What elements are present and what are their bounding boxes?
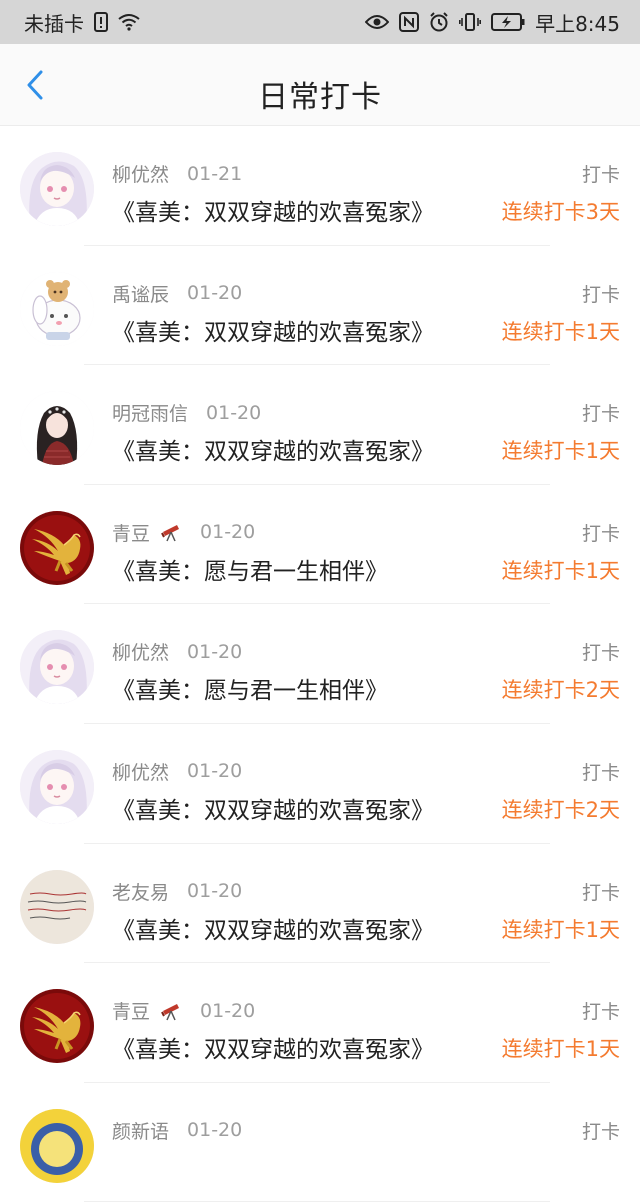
checkin-date: 01-20 [200, 999, 256, 1022]
user-meta: 柳优然 01-20 [112, 638, 242, 665]
alarm-icon [429, 12, 449, 32]
checkin-row[interactable]: 老友易 01-20 《喜美：双双穿越的欢喜冤家》 打卡 连续打卡1天 [0, 844, 640, 964]
wifi-icon [118, 13, 140, 31]
checkin-list: 柳优然 01-21 《喜美：双双穿越的欢喜冤家》 打卡 连续打卡3天 禹谧辰 0… [0, 126, 640, 1202]
cartoon-bunny-bear-avatar[interactable] [20, 271, 94, 346]
checkin-action-label: 打卡 [581, 164, 620, 186]
checkin-action-label: 打卡 [581, 1120, 620, 1143]
yellow-circle-avatar[interactable] [20, 1108, 94, 1183]
book-title[interactable]: 《喜美：愿与君一生相伴》 [112, 552, 388, 586]
user-name[interactable]: 青豆 [112, 519, 150, 546]
checkin-row[interactable]: 青豆 01-20 《喜美：愿与君一生相伴》 打卡 连续打卡1天 [0, 485, 640, 605]
checkin-row[interactable]: 柳优然 01-20 《喜美：双双穿越的欢喜冤家》 打卡 连续打卡2天 [0, 724, 640, 844]
book-title[interactable]: 《喜美：双双穿越的欢喜冤家》 [112, 911, 434, 945]
eye-icon [365, 14, 390, 30]
checkin-row[interactable]: 青豆 01-20 《喜美：双双穿越的欢喜冤家》 打卡 连续打卡1天 [0, 963, 640, 1083]
streak-count: 连续打卡1天 [501, 439, 620, 464]
telescope-icon [160, 1001, 182, 1021]
streak-count: 连续打卡2天 [501, 797, 620, 822]
user-meta: 青豆 01-20 [112, 519, 255, 546]
anime-girl-avatar[interactable] [20, 630, 94, 705]
handwritten-note-avatar[interactable] [20, 869, 94, 944]
user-meta: 柳优然 01-21 [112, 160, 242, 187]
book-title[interactable]: 《喜美：双双穿越的欢喜冤家》 [112, 193, 434, 227]
streak-count: 连续打卡1天 [501, 1037, 620, 1062]
checkin-action-label: 打卡 [581, 881, 620, 904]
book-title[interactable]: 《喜美：双双穿越的欢喜冤家》 [112, 313, 434, 347]
user-meta: 颜新语 01-20 [112, 1117, 242, 1144]
vibrate-icon [459, 12, 482, 32]
checkin-action-label: 打卡 [581, 642, 620, 665]
user-name[interactable]: 明冠雨信 [112, 399, 188, 426]
checkin-date: 01-20 [187, 760, 243, 783]
anime-girl-avatar[interactable] [20, 749, 94, 824]
checkin-date: 01-20 [206, 401, 262, 424]
user-meta: 老友易 01-20 [112, 878, 242, 905]
telescope-icon [160, 522, 182, 542]
status-bar: 未插卡 早上8:45 [0, 0, 640, 44]
user-meta: 青豆 01-20 [112, 997, 255, 1024]
user-meta: 禹谧辰 01-20 [112, 280, 242, 307]
streak-count: 连续打卡3天 [501, 200, 620, 224]
user-meta: 明冠雨信 01-20 [112, 399, 261, 426]
user-name[interactable]: 颜新语 [112, 1117, 169, 1144]
clock-time: 早上8:45 [535, 11, 620, 36]
streak-count: 连续打卡1天 [501, 558, 620, 583]
sim-alert-icon [94, 12, 108, 32]
user-meta: 柳优然 01-20 [112, 758, 242, 785]
checkin-action-label: 打卡 [581, 403, 620, 426]
checkin-date: 01-21 [187, 162, 243, 185]
checkin-row[interactable]: 明冠雨信 01-20 《喜美：双双穿越的欢喜冤家》 打卡 连续打卡1天 [0, 365, 640, 485]
checkin-row[interactable]: 颜新语 01-20 打卡 [0, 1083, 640, 1202]
streak-count: 连续打卡1天 [501, 917, 620, 942]
checkin-row[interactable]: 柳优然 01-20 《喜美：愿与君一生相伴》 打卡 连续打卡2天 [0, 604, 640, 724]
user-name[interactable]: 柳优然 [112, 160, 169, 187]
checkin-row[interactable]: 禹谧辰 01-20 《喜美：双双穿越的欢喜冤家》 打卡 连续打卡1天 [0, 246, 640, 366]
carrier-label: 未插卡 [24, 11, 84, 36]
checkin-date: 01-20 [200, 521, 256, 544]
book-title[interactable]: 《喜美：愿与君一生相伴》 [112, 671, 388, 705]
battery-icon [491, 13, 525, 31]
book-title[interactable]: 《喜美：双双穿越的欢喜冤家》 [112, 791, 434, 825]
checkin-action-label: 打卡 [581, 522, 620, 545]
nfc-icon [399, 12, 420, 32]
user-name[interactable]: 老友易 [112, 878, 169, 905]
user-name[interactable]: 柳优然 [112, 638, 169, 665]
streak-count: 连续打卡2天 [501, 678, 620, 703]
nav-bar: 日常打卡 [0, 44, 640, 126]
user-name[interactable]: 禹谧辰 [112, 280, 169, 307]
checkin-action-label: 打卡 [581, 1001, 620, 1024]
checkin-action-label: 打卡 [581, 283, 620, 306]
user-name[interactable]: 青豆 [112, 997, 150, 1024]
book-title[interactable]: 《喜美：双双穿越的欢喜冤家》 [112, 1030, 434, 1064]
golden-pegasus-avatar[interactable] [20, 989, 94, 1064]
user-name[interactable]: 柳优然 [112, 758, 169, 785]
streak-count: 连续打卡1天 [501, 319, 620, 344]
girl-dark-hair-avatar[interactable] [20, 391, 94, 466]
checkin-action-label: 打卡 [581, 761, 620, 784]
checkin-row[interactable]: 柳优然 01-21 《喜美：双双穿越的欢喜冤家》 打卡 连续打卡3天 [0, 126, 640, 246]
golden-pegasus-avatar[interactable] [20, 510, 94, 585]
book-title[interactable]: 《喜美：双双穿越的欢喜冤家》 [112, 432, 434, 466]
checkin-date: 01-20 [187, 880, 243, 903]
anime-girl-avatar[interactable] [20, 152, 94, 226]
page-title: 日常打卡 [258, 80, 382, 115]
checkin-date: 01-20 [187, 640, 243, 663]
checkin-date: 01-20 [187, 282, 243, 305]
